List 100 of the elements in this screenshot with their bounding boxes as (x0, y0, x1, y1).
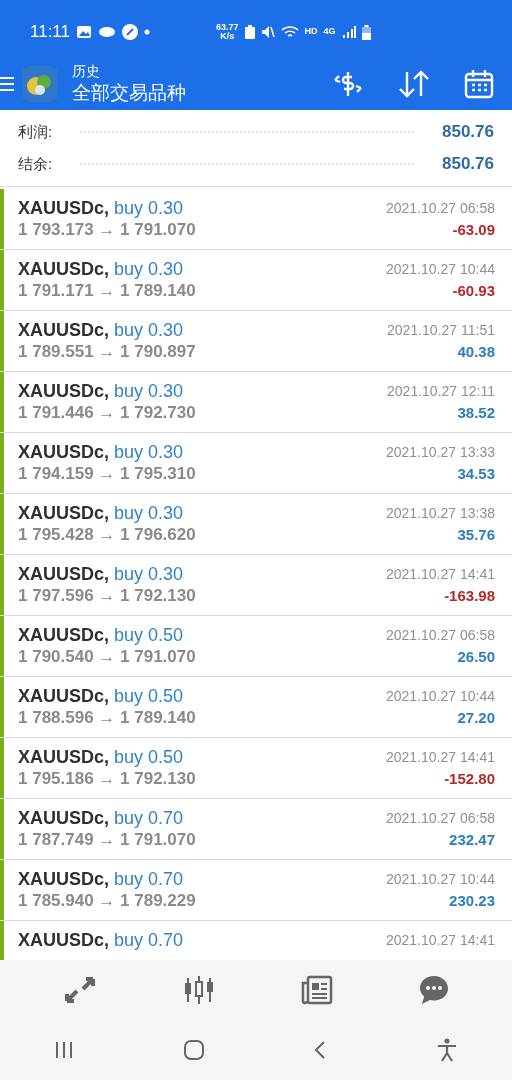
deal-symbol: XAUUSDc, (18, 441, 110, 463)
deal-prices: 1 787.749 → 1 791.070 (18, 829, 196, 851)
deal-time: 2021.10.27 06:58 (386, 199, 495, 218)
home-icon[interactable] (182, 1039, 205, 1061)
deal-type: buy 0.70 (114, 807, 184, 829)
signal-icon (341, 26, 356, 38)
deal-row[interactable]: XAUUSDc, buy 0.70 1 785.940 → 1 789.229 2021.10.27 10:44 230.23 (0, 860, 512, 921)
deal-type: buy 0.50 (114, 624, 184, 646)
deal-prices: 1 793.173 → 1 791.070 (18, 219, 196, 241)
deal-row[interactable]: XAUUSDc, buy 0.30 1 791.171 → 1 789.140 2021.10.27 10:44 -60.93 (0, 250, 512, 311)
deal-profit: -152.80 (444, 769, 495, 789)
deal-profit: -163.98 (444, 586, 495, 606)
deal-profit: 26.50 (457, 647, 495, 667)
summary-label: 结余: (18, 153, 53, 174)
deal-symbol: XAUUSDc, (18, 197, 110, 219)
deal-prices: 1 794.159 → 1 795.310 (18, 463, 196, 485)
deal-row[interactable]: XAUUSDc, buy 0.30 1 795.428 → 1 796.620 2021.10.27 13:38 35.76 (0, 494, 512, 555)
deal-type: buy 0.70 (114, 868, 184, 890)
cloud-icon (98, 26, 117, 38)
deal-prices: 1 795.428 → 1 796.620 (18, 524, 196, 546)
deal-row[interactable]: XAUUSDc, buy 0.70 1 787.749 → 1 791.070 2021.10.27 06:58 232.47 (0, 799, 512, 860)
deal-row[interactable]: XAUUSDc, buy 0.30 1 791.446 → 1 792.730 2021.10.27 12:11 38.52 (0, 372, 512, 433)
deal-prices: 1 795.186 → 1 792.130 (18, 768, 196, 790)
deal-type: buy 0.30 (114, 319, 184, 341)
deal-type: buy 0.70 (114, 929, 184, 951)
deal-symbol: XAUUSDc, (18, 929, 110, 951)
sort-icon[interactable] (398, 70, 430, 98)
deal-time: 2021.10.27 10:44 (386, 260, 495, 279)
deal-prices: 1 785.940 → 1 789.229 (18, 890, 196, 912)
accessibility-icon[interactable] (435, 1038, 458, 1062)
deal-profit: 27.20 (457, 708, 495, 728)
deal-prices: 1 789.551 → 1 790.897 (18, 341, 196, 363)
deal-time: 2021.10.27 11:51 (387, 321, 495, 340)
arrows-icon[interactable] (62, 975, 97, 1005)
wifi-icon (280, 25, 299, 39)
deal-symbol: XAUUSDc, (18, 624, 110, 646)
mute-icon (260, 25, 275, 39)
deal-profit: 35.76 (457, 525, 495, 545)
app-logo-icon (22, 66, 58, 102)
menu-icon[interactable] (0, 77, 14, 91)
dollar-exchange-icon[interactable] (332, 71, 364, 97)
dot-icon (144, 29, 151, 35)
network-speed: 63.77 K/s (216, 23, 239, 41)
deal-symbol: XAUUSDc, (18, 807, 110, 829)
deal-time: 2021.10.27 10:44 (386, 687, 495, 706)
deal-row[interactable]: XAUUSDc, buy 0.30 1 793.173 → 1 791.070 2021.10.27 06:58 -63.09 (0, 189, 512, 250)
deal-prices: 1 797.596 → 1 792.130 (18, 585, 196, 607)
deal-prices: 1 791.171 → 1 789.140 (18, 280, 196, 302)
symbol-filter[interactable]: 全部交易品种 (72, 80, 186, 105)
deal-profit: -63.09 (452, 220, 495, 240)
deal-type: buy 0.30 (114, 258, 184, 280)
deal-time: 2021.10.27 14:41 (386, 565, 495, 584)
link-icon (122, 24, 139, 40)
deal-symbol: XAUUSDc, (18, 746, 110, 768)
deal-row[interactable]: XAUUSDc, buy 0.50 1 790.540 → 1 791.070 2021.10.27 06:58 26.50 (0, 616, 512, 677)
deal-type: buy 0.50 (114, 685, 184, 707)
newspaper-icon[interactable] (300, 975, 333, 1005)
back-icon[interactable] (313, 1040, 328, 1060)
deal-symbol: XAUUSDc, (18, 502, 110, 524)
chat-icon[interactable] (417, 974, 450, 1006)
deal-time: 2021.10.27 10:44 (386, 870, 495, 889)
summary-value: 850.76 (442, 121, 494, 144)
deal-profit: 230.23 (449, 891, 495, 911)
deal-type: buy 0.30 (114, 380, 184, 402)
deal-row[interactable]: XAUUSDc, buy 0.30 1 789.551 → 1 790.897 2021.10.27 11:51 40.38 (0, 311, 512, 372)
summary-label: 利润: (18, 121, 53, 142)
screen-title: 历史 (72, 63, 101, 81)
deal-time: 2021.10.27 13:38 (386, 504, 495, 523)
summary-value: 850.76 (442, 153, 494, 176)
deal-time: 2021.10.27 14:41 (386, 931, 495, 950)
deal-profit: -60.93 (452, 281, 495, 301)
deal-time: 2021.10.27 06:58 (386, 626, 495, 645)
deal-time: 2021.10.27 14:41 (386, 748, 495, 767)
calendar-icon[interactable] (464, 69, 494, 99)
deal-profit: 232.47 (449, 830, 495, 850)
deal-symbol: XAUUSDc, (18, 685, 110, 707)
deal-time: 2021.10.27 13:33 (386, 443, 495, 462)
deal-type: buy 0.30 (114, 441, 184, 463)
deal-type: buy 0.50 (114, 746, 184, 768)
deal-row[interactable]: XAUUSDc, buy 0.30 1 794.159 → 1 795.310 2021.10.27 13:33 34.53 (0, 433, 512, 494)
deal-type: buy 0.30 (114, 563, 184, 585)
deal-time: 2021.10.27 06:58 (386, 809, 495, 828)
deal-symbol: XAUUSDc, (18, 563, 110, 585)
deal-time: 2021.10.27 12:11 (387, 382, 495, 401)
battery-icon (361, 24, 371, 40)
deal-symbol: XAUUSDc, (18, 868, 110, 890)
deal-row[interactable]: XAUUSDc, buy 0.30 1 797.596 → 1 792.130 2021.10.27 14:41 -163.98 (0, 555, 512, 616)
deal-prices: 1 791.446 → 1 792.730 (18, 402, 196, 424)
deal-row[interactable]: XAUUSDc, buy 0.50 1 788.596 → 1 789.140 2021.10.27 10:44 27.20 (0, 677, 512, 738)
recents-icon[interactable] (54, 1041, 75, 1059)
deal-type: buy 0.30 (114, 502, 184, 524)
deal-profit: 40.38 (457, 342, 495, 362)
deal-profit: 38.52 (457, 403, 495, 423)
deal-prices: 1 790.540 → 1 791.070 (18, 646, 196, 668)
deal-symbol: XAUUSDc, (18, 380, 110, 402)
deal-row[interactable]: XAUUSDc, buy 0.50 1 795.186 → 1 792.130 2021.10.27 14:41 -152.80 (0, 738, 512, 799)
network-type: 4G (323, 25, 336, 39)
hd-label: HD (304, 25, 318, 39)
gallery-icon (76, 25, 93, 39)
battery-saver-icon (244, 25, 255, 39)
